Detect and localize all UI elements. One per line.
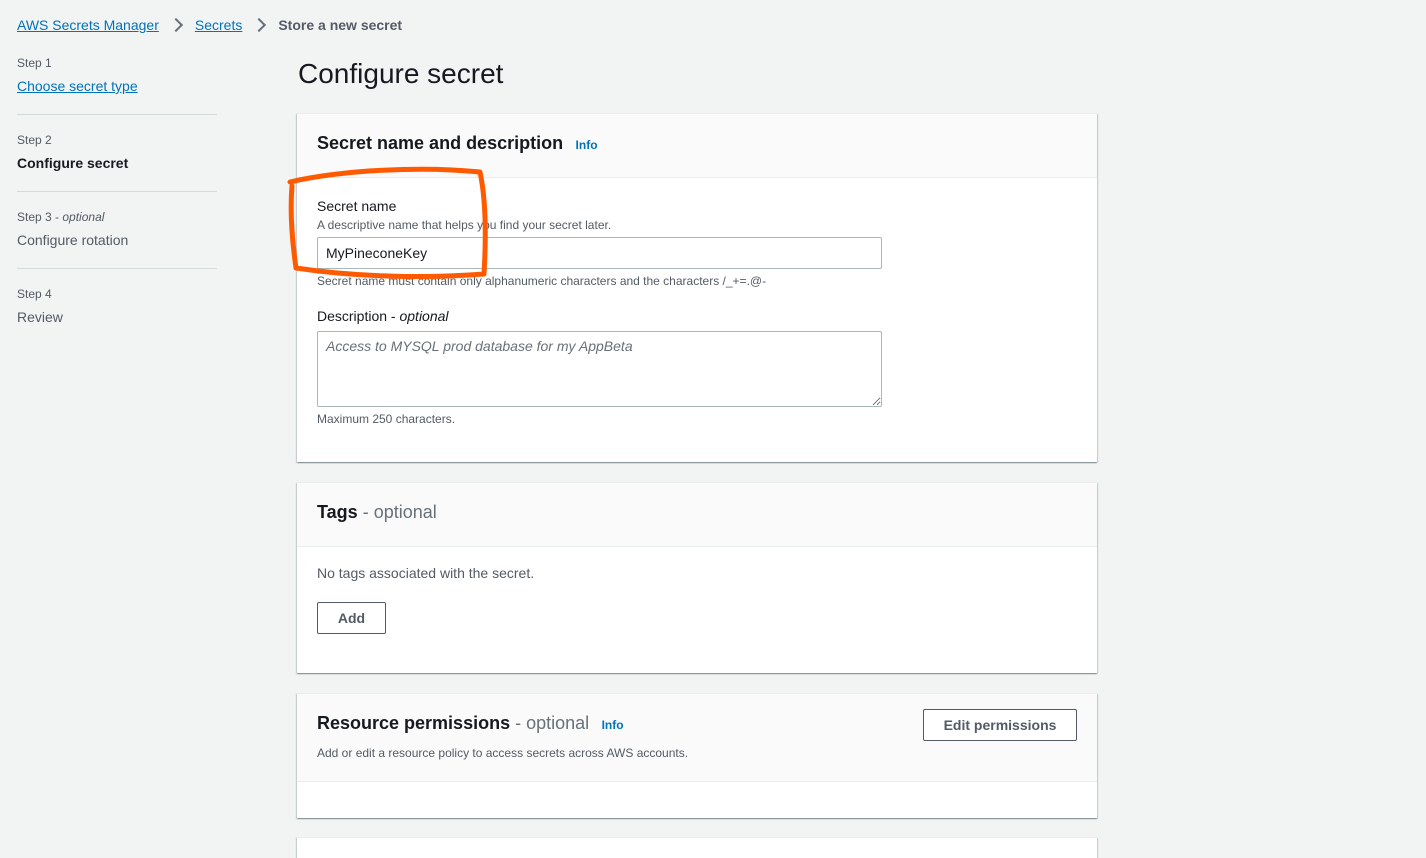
secret-name-description: A descriptive name that helps you find y… xyxy=(317,218,612,232)
panel-title: Tags xyxy=(317,502,358,522)
permissions-description: Add or edit a resource policy to access … xyxy=(317,746,689,760)
panel-optional-label: - optional xyxy=(357,502,437,522)
step-label-review: Review xyxy=(17,309,63,325)
secret-name-description-panel: Secret name and description Info Secret … xyxy=(297,113,1097,462)
step-label-configure-secret: Configure secret xyxy=(17,155,129,171)
step-link-choose-secret-type[interactable]: Choose secret type xyxy=(17,78,138,94)
panel-optional-label: - optional xyxy=(510,713,590,733)
secret-name-label: Secret name xyxy=(317,198,397,214)
secret-name-constraint: Secret name must contain only alphanumer… xyxy=(317,274,767,288)
step-number: Step 3 - optional xyxy=(17,210,105,224)
chevron-right-icon xyxy=(168,17,183,33)
panel-title: Secret name and description xyxy=(317,133,564,153)
chevron-right-icon xyxy=(252,17,267,33)
edit-permissions-button[interactable]: Edit permissions xyxy=(923,709,1077,741)
description-textarea[interactable] xyxy=(317,331,882,407)
step-2: Step 2 Configure secret xyxy=(17,132,217,192)
step-number: Step 2 xyxy=(17,133,52,147)
step-label-configure-rotation: Configure rotation xyxy=(17,232,129,248)
breadcrumb-secrets[interactable]: Secrets xyxy=(195,17,242,33)
tags-panel: Tags - optional No tags associated with … xyxy=(297,482,1097,673)
next-panel xyxy=(297,837,1097,858)
step-optional-label: optional xyxy=(62,210,105,224)
description-constraint: Maximum 250 characters. xyxy=(317,412,456,426)
panel-header: Resource permissions - optional Info Add… xyxy=(297,694,1097,782)
info-link[interactable]: Info xyxy=(602,718,624,732)
panel-title: Resource permissions xyxy=(317,713,511,733)
step-1: Step 1 Choose secret type xyxy=(17,55,217,115)
no-tags-text: No tags associated with the secret. xyxy=(317,565,535,581)
step-number: Step 4 xyxy=(17,287,52,301)
step-4: Step 4 Review xyxy=(17,286,217,345)
breadcrumb-secrets-manager[interactable]: AWS Secrets Manager xyxy=(17,17,159,33)
info-link[interactable]: Info xyxy=(576,138,598,152)
panel-header: Tags - optional xyxy=(297,483,1097,547)
add-tag-button[interactable]: Add xyxy=(317,602,386,634)
step-3: Step 3 - optional Configure rotation xyxy=(17,209,217,269)
page-title: Configure secret xyxy=(298,58,504,89)
panel-header: Secret name and description Info xyxy=(297,114,1097,178)
secret-name-input[interactable] xyxy=(317,237,882,269)
breadcrumb: AWS Secrets Manager Secrets Store a new … xyxy=(17,16,402,34)
description-optional-label: optional xyxy=(399,308,449,324)
description-label: Description - optional xyxy=(317,308,449,324)
resource-permissions-panel: Resource permissions - optional Info Add… xyxy=(297,693,1097,818)
breadcrumb-current: Store a new secret xyxy=(278,17,403,33)
wizard-steps: Step 1 Choose secret type Step 2 Configu… xyxy=(17,55,217,362)
step-number: Step 1 xyxy=(17,56,52,70)
